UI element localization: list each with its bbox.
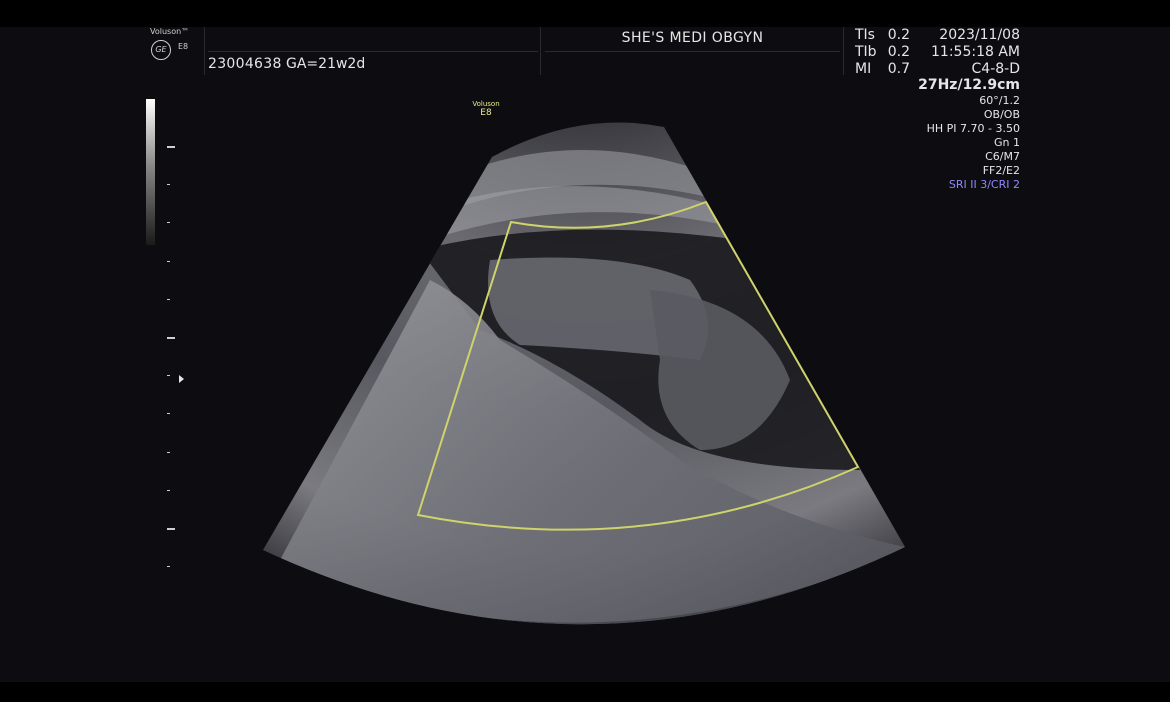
header-divider bbox=[843, 27, 844, 75]
brand-block: Voluson™ GE E8 bbox=[148, 27, 203, 75]
ff-e-setting: FF2/E2 bbox=[982, 164, 1020, 177]
tib-label: TIb bbox=[855, 44, 877, 60]
header-divider bbox=[545, 51, 840, 52]
tis-label: TIs bbox=[855, 27, 875, 43]
mi-label: MI bbox=[855, 61, 872, 77]
depth-tick bbox=[167, 261, 170, 262]
depth-tick bbox=[167, 528, 175, 530]
c-m-setting: C6/M7 bbox=[985, 150, 1020, 163]
ge-logo-icon: GE bbox=[151, 40, 171, 60]
focus-marker-icon[interactable] bbox=[179, 375, 184, 383]
sri-cri-setting: SRI II 3/CRI 2 bbox=[948, 178, 1020, 191]
tib-value: 0.2 bbox=[887, 44, 910, 60]
exam-date: 2023/11/08 bbox=[939, 27, 1020, 43]
voluson-image-model: E8 bbox=[480, 108, 492, 118]
gain-setting: Gn 1 bbox=[994, 136, 1020, 149]
frame-rate-depth: 27Hz/12.9cm bbox=[918, 77, 1020, 93]
probe-name: C4-8-D bbox=[971, 61, 1020, 77]
depth-tick bbox=[167, 299, 170, 300]
depth-tick bbox=[167, 337, 175, 339]
patient-id: 23004638 bbox=[208, 56, 282, 72]
header-divider bbox=[540, 27, 541, 75]
depth-tick bbox=[167, 146, 175, 148]
grayscale-bar bbox=[146, 99, 155, 245]
gestational-age: GA=21w2d bbox=[286, 56, 366, 72]
preset: OB/OB bbox=[983, 108, 1020, 121]
depth-tick bbox=[167, 222, 170, 223]
header-divider bbox=[208, 51, 538, 52]
harmonic-setting: HH PI 7.70 - 3.50 bbox=[926, 122, 1020, 135]
scan-angle: 60°/1.2 bbox=[979, 94, 1020, 107]
depth-tick bbox=[167, 413, 170, 414]
exam-time: 11:55:18 AM bbox=[931, 44, 1020, 60]
brand-name: Voluson™ bbox=[150, 27, 190, 36]
depth-tick bbox=[167, 490, 170, 491]
depth-tick bbox=[167, 184, 170, 185]
header-divider bbox=[204, 27, 205, 75]
depth-tick bbox=[167, 566, 170, 567]
mi-value: 0.7 bbox=[887, 61, 910, 77]
depth-tick bbox=[167, 375, 170, 376]
depth-tick bbox=[167, 452, 170, 453]
brand-model: E8 bbox=[178, 42, 189, 51]
tis-value: 0.2 bbox=[887, 27, 910, 43]
clinic-name: SHE'S MEDI OBGYN bbox=[621, 30, 764, 46]
voluson-image-label: Voluson E8 bbox=[466, 100, 506, 118]
